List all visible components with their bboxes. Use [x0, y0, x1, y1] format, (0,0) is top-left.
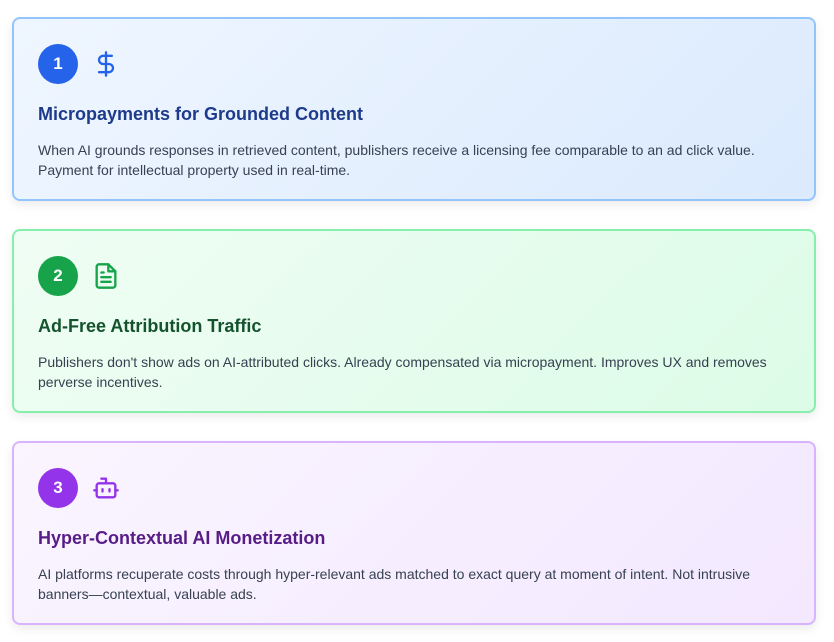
card-title: Micropayments for Grounded Content: [38, 104, 364, 124]
step-number-badge: 2: [38, 256, 78, 296]
card-header: 3: [38, 468, 122, 508]
card-header: 2: [38, 256, 122, 296]
dollar-sign-icon: [90, 48, 122, 80]
card-title: Hyper-Contextual AI Monetization: [38, 528, 326, 548]
card-ai-monetization: 3 Hyper-Contextual AI Monetization AI pl…: [12, 441, 816, 625]
step-number-badge: 1: [38, 44, 78, 84]
card-stack: 1 Micropayments for Grounded Content Whe…: [0, 0, 834, 642]
card-micropayments: 1 Micropayments for Grounded Content Whe…: [12, 17, 816, 201]
card-description: When AI grounds responses in retrieved c…: [38, 142, 755, 178]
robot-icon: [90, 472, 122, 504]
step-number-badge: 3: [38, 468, 78, 508]
card-description: Publishers don't show ads on AI-attribut…: [38, 354, 767, 390]
document-icon: [90, 260, 122, 292]
card-ad-free-attribution: 2 Ad-Free Attribution Traffic Publishers…: [12, 229, 816, 413]
card-header: 1: [38, 44, 122, 84]
card-description: AI platforms recuperate costs through hy…: [38, 566, 751, 602]
card-title: Ad-Free Attribution Traffic: [38, 316, 262, 336]
